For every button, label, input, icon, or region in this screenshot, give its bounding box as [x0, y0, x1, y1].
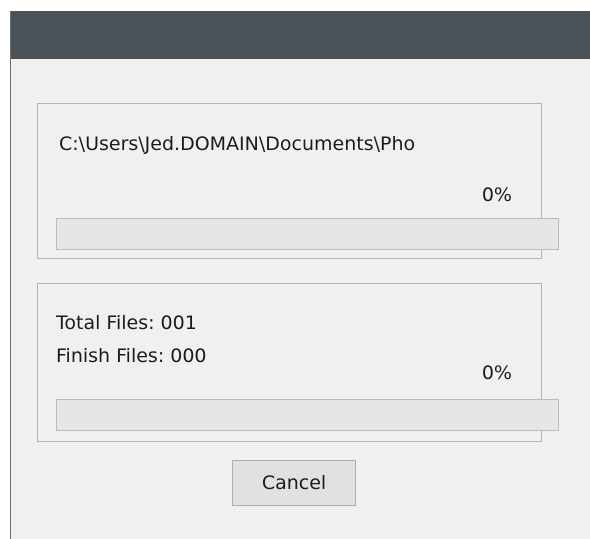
copy-progress-window: C:\Users\Jed.DOMAIN\Documents\Pho 0% Tot… [10, 11, 590, 539]
current-file-path: C:\Users\Jed.DOMAIN\Documents\Pho [59, 135, 416, 154]
title-bar[interactable] [11, 11, 590, 59]
finish-files-label: Finish Files: 000 [56, 345, 207, 367]
cancel-button[interactable]: Cancel [232, 460, 356, 506]
total-progress-percent: 0% [481, 362, 512, 384]
total-progress-group: Total Files: 001 Finish Files: 000 0% [37, 283, 559, 442]
total-progress-bar [56, 399, 559, 431]
file-progress-percent: 0% [481, 184, 512, 206]
file-progress-bar [56, 218, 559, 250]
current-file-group: C:\Users\Jed.DOMAIN\Documents\Pho 0% [37, 103, 559, 259]
total-files-label: Total Files: 001 [56, 312, 197, 334]
